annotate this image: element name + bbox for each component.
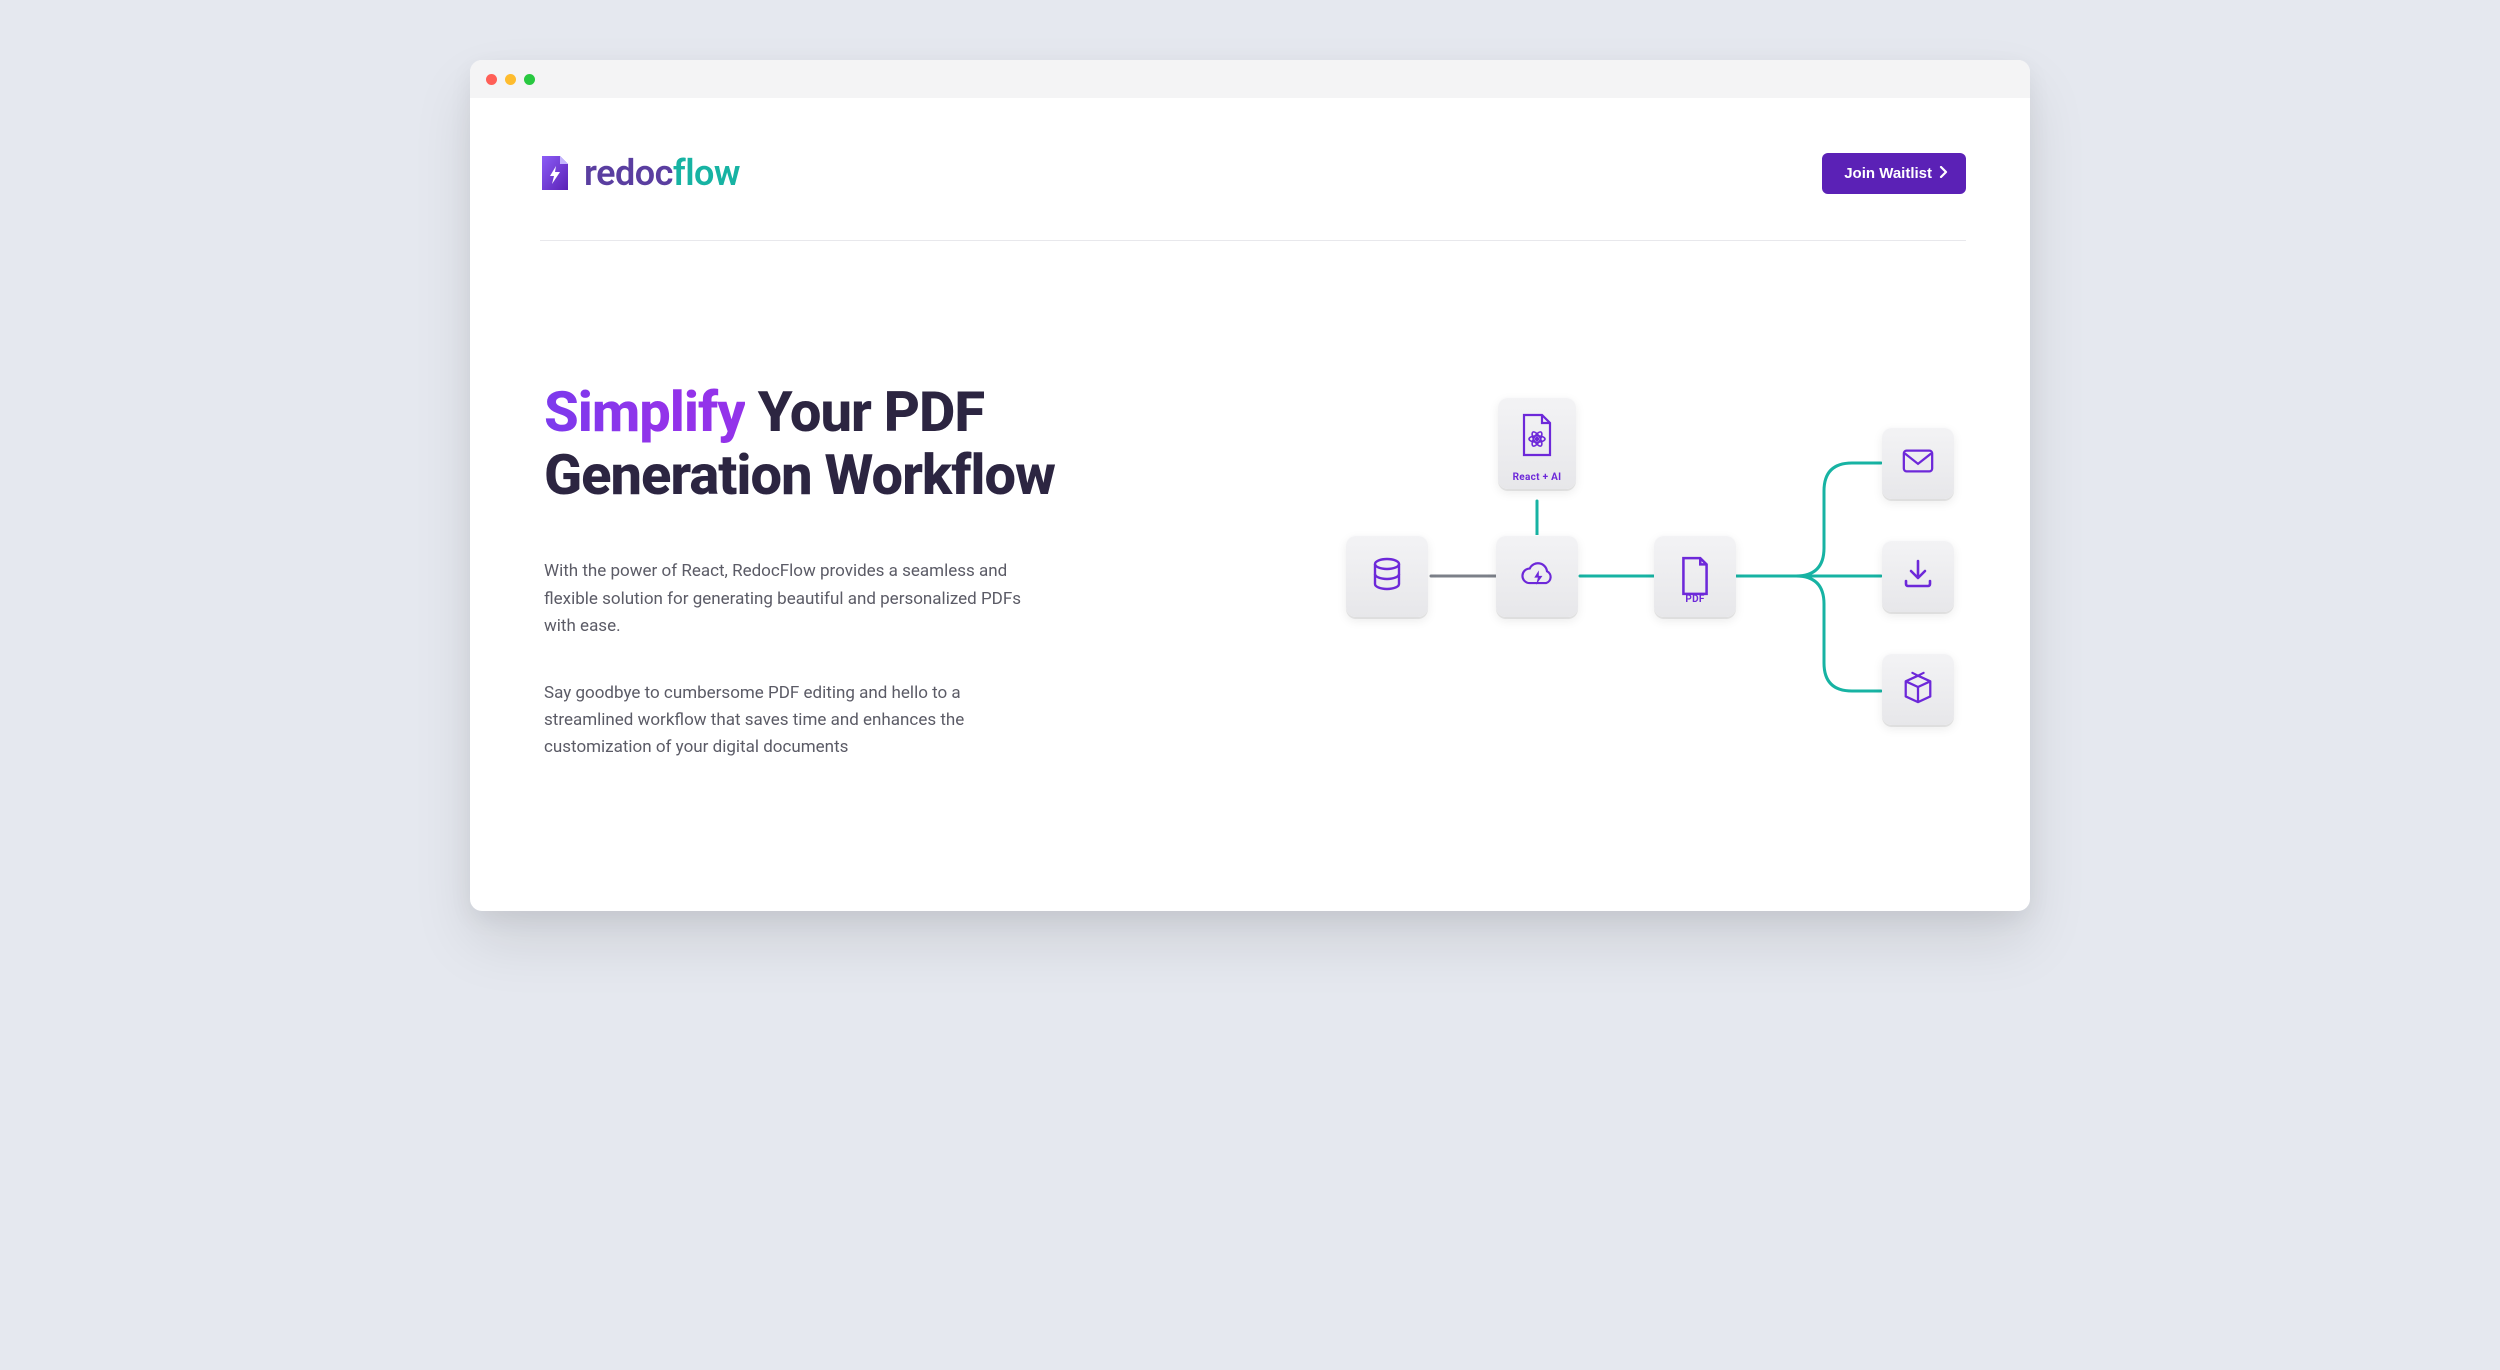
diagram-react-caption: React + AI [1498, 472, 1576, 483]
site-header: redocflow Join Waitlist [540, 152, 1966, 241]
join-waitlist-label: Join Waitlist [1844, 165, 1932, 182]
window-zoom-icon[interactable] [524, 74, 535, 85]
window-close-icon[interactable] [486, 74, 497, 85]
brand-name-secondary: flow [673, 152, 740, 194]
mail-icon [1901, 444, 1935, 482]
pdf-file-icon [1675, 556, 1715, 596]
brand-logo-icon [540, 154, 570, 192]
diagram-node-pdf: PDF [1654, 535, 1736, 617]
package-icon [1901, 670, 1935, 708]
window-minimize-icon[interactable] [505, 74, 516, 85]
brand-logo-text: redocflow [584, 152, 740, 194]
database-icon [1367, 554, 1407, 598]
hero-title: Simplify Your PDF Generation Workflow [544, 381, 1060, 506]
diagram-pdf-caption: PDF [1654, 594, 1736, 605]
browser-window: redocflow Join Waitlist Simplify Your PD… [470, 60, 2030, 911]
join-waitlist-button[interactable]: Join Waitlist [1822, 153, 1966, 194]
diagram-node-database [1346, 535, 1428, 617]
diagram-node-mail [1882, 427, 1954, 499]
hero-section: Simplify Your PDF Generation Workflow Wi… [540, 241, 1966, 801]
hero-copy: Simplify Your PDF Generation Workflow Wi… [540, 381, 1060, 762]
hero-title-accent: Simplify [544, 379, 745, 445]
hero-paragraph-1: With the power of React, RedocFlow provi… [544, 558, 1024, 640]
hero-diagram-wrap: React + AI PDF [1100, 381, 1966, 801]
react-file-icon [1520, 425, 1554, 461]
cloud-bolt-icon [1517, 554, 1557, 598]
diagram-node-react-ai: React + AI [1498, 397, 1576, 489]
diagram-node-engine [1496, 535, 1578, 617]
workflow-diagram: React + AI PDF [1326, 381, 1966, 761]
page-content: redocflow Join Waitlist Simplify Your PD… [470, 98, 2030, 911]
hero-paragraph-2: Say goodbye to cumbersome PDF editing an… [544, 680, 1024, 762]
window-titlebar [470, 60, 2030, 98]
chevron-right-icon [1938, 166, 1948, 181]
download-icon [1901, 557, 1935, 595]
diagram-node-package [1882, 653, 1954, 725]
brand-logo[interactable]: redocflow [540, 152, 740, 194]
diagram-node-download [1882, 540, 1954, 612]
brand-name-primary: redoc [584, 152, 673, 194]
